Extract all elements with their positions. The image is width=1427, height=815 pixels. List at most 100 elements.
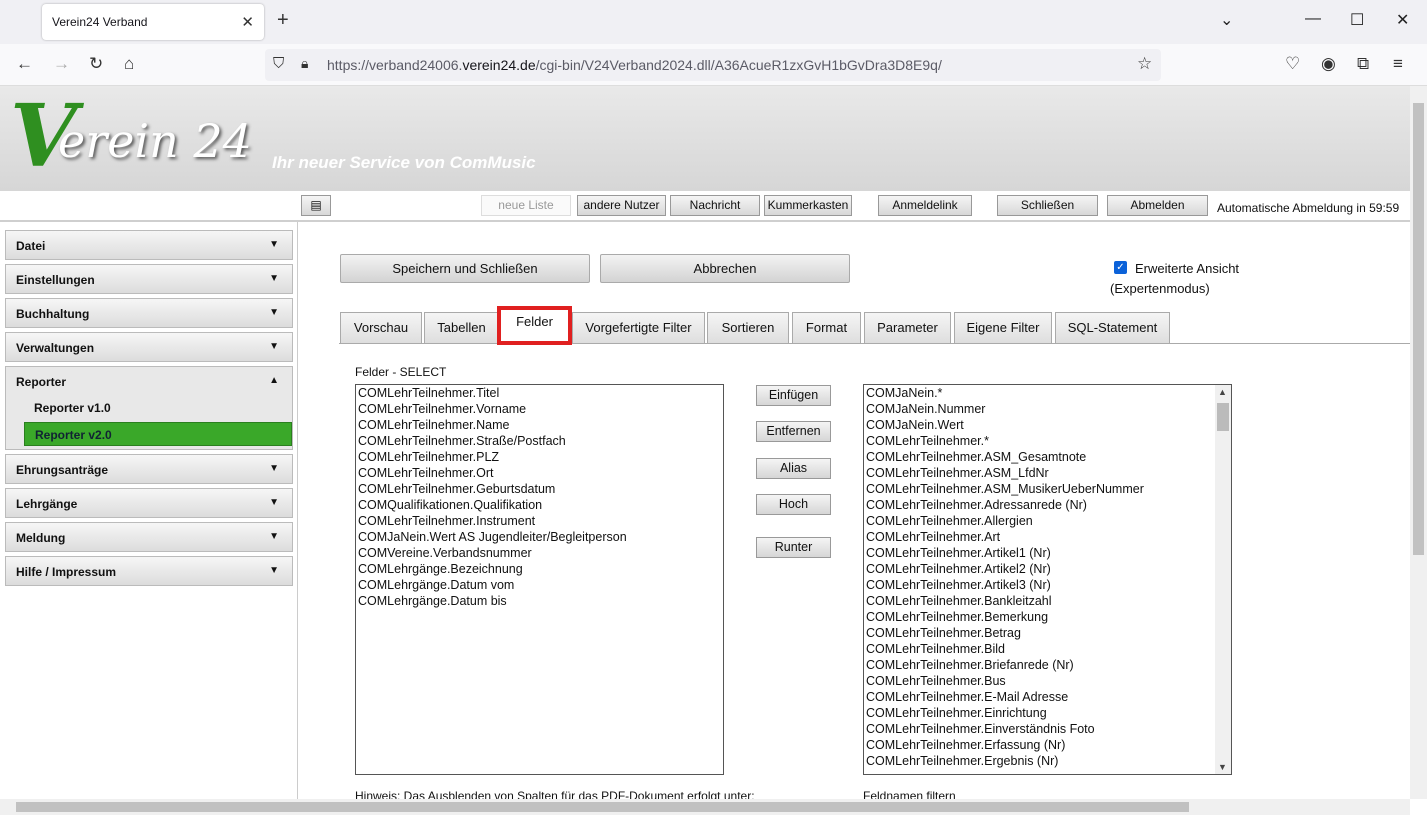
- list-item[interactable]: COMLehrTeilnehmer.Art: [864, 529, 1231, 545]
- list-item[interactable]: COMJaNein.Wert: [864, 417, 1231, 433]
- abmelden-button[interactable]: Abmelden: [1107, 195, 1208, 216]
- list-item[interactable]: COMLehrTeilnehmer.Bild: [864, 641, 1231, 657]
- list-item[interactable]: COMLehrTeilnehmer.Briefanrede (Nr): [864, 657, 1231, 673]
- list-item[interactable]: COMLehrTeilnehmer.Artikel3 (Nr): [864, 577, 1231, 593]
- list-item[interactable]: COMLehrTeilnehmer.ASM_MusikerUeberNummer: [864, 481, 1231, 497]
- sidebar-item-hilfe[interactable]: Hilfe / Impressum ▼: [5, 556, 293, 586]
- sidebar-item-meldung[interactable]: Meldung ▼: [5, 522, 293, 552]
- cancel-button[interactable]: Abbrechen: [600, 254, 850, 283]
- menu-icon[interactable]: ≡: [1393, 54, 1403, 74]
- list-item[interactable]: COMLehrTeilnehmer.ASM_LfdNr: [864, 465, 1231, 481]
- page-vertical-scrollbar[interactable]: [1410, 86, 1427, 799]
- sidebar-item-buchhaltung[interactable]: Buchhaltung ▼: [5, 298, 293, 328]
- back-icon[interactable]: ←: [16, 54, 33, 74]
- tab-vorschau[interactable]: Vorschau: [340, 312, 422, 344]
- pocket-icon[interactable]: ♡: [1285, 54, 1300, 74]
- list-item[interactable]: COMLehrTeilnehmer.Bemerkung: [864, 609, 1231, 625]
- forward-icon[interactable]: →: [53, 54, 70, 74]
- list-scrollbar[interactable]: ▲ ▼: [1215, 385, 1231, 774]
- list-item[interactable]: COMLehrTeilnehmer.Artikel1 (Nr): [864, 545, 1231, 561]
- einfuegen-button[interactable]: Einfügen: [756, 385, 831, 406]
- entfernen-button[interactable]: Entfernen: [756, 421, 831, 442]
- list-item[interactable]: COMLehrTeilnehmer.Allergien: [864, 513, 1231, 529]
- url-bar[interactable]: ⛉ 🔒︎ https://verband24006.verein24.de/cg…: [265, 49, 1161, 81]
- list-item[interactable]: COMLehrTeilnehmer.E-Mail Adresse: [864, 689, 1231, 705]
- sidebar-toggle-button[interactable]: ▤: [301, 195, 331, 216]
- tab-tabellen[interactable]: Tabellen: [424, 312, 499, 344]
- sidebar-subitem-reporter-v2[interactable]: Reporter v2.0: [24, 422, 292, 446]
- list-item[interactable]: COMLehrTeilnehmer.Erfassung (Nr): [864, 737, 1231, 753]
- shield-icon[interactable]: ⛉: [273, 55, 284, 72]
- alias-button[interactable]: Alias: [756, 458, 831, 479]
- hoch-button[interactable]: Hoch: [756, 494, 831, 515]
- maximize-icon[interactable]: ☐: [1350, 10, 1364, 30]
- reload-icon[interactable]: ↻: [89, 54, 103, 74]
- account-icon[interactable]: ◉: [1321, 54, 1336, 74]
- home-icon[interactable]: ⌂: [124, 54, 134, 74]
- list-item[interactable]: COMJaNein.Wert AS Jugendleiter/Begleitpe…: [356, 529, 723, 545]
- close-window-icon[interactable]: ✕: [1396, 10, 1409, 30]
- sidebar-item-verwaltungen[interactable]: Verwaltungen ▼: [5, 332, 293, 362]
- list-item[interactable]: COMLehrTeilnehmer.Name: [356, 417, 723, 433]
- minimize-icon[interactable]: —: [1305, 10, 1321, 28]
- tab-format[interactable]: Format: [792, 312, 861, 344]
- list-item[interactable]: COMLehrgänge.Bezeichnung: [356, 561, 723, 577]
- list-item[interactable]: COMLehrTeilnehmer.Adressanrede (Nr): [864, 497, 1231, 513]
- list-item[interactable]: COMLehrTeilnehmer.Bus: [864, 673, 1231, 689]
- list-item[interactable]: COMLehrgänge.Datum bis: [356, 593, 723, 609]
- list-item[interactable]: COMLehrTeilnehmer.Straße/Postfach: [356, 433, 723, 449]
- list-item[interactable]: COMLehrTeilnehmer.ASM_Gesamtnote: [864, 449, 1231, 465]
- list-item[interactable]: COMLehrTeilnehmer.*: [864, 433, 1231, 449]
- list-item[interactable]: COMJaNein.*: [864, 385, 1231, 401]
- page-horizontal-scrollbar[interactable]: [0, 799, 1410, 815]
- neue-liste-button[interactable]: neue Liste: [481, 195, 571, 216]
- list-scroll-thumb[interactable]: [1217, 403, 1229, 431]
- list-item[interactable]: COMLehrTeilnehmer.Titel: [356, 385, 723, 401]
- nachricht-button[interactable]: Nachricht: [670, 195, 760, 216]
- list-item[interactable]: COMLehrTeilnehmer.Vorname: [356, 401, 723, 417]
- sidebar-subitem-reporter-v1[interactable]: Reporter v1.0: [24, 396, 292, 420]
- sidebar-item-einstellungen[interactable]: Einstellungen ▼: [5, 264, 293, 294]
- list-item[interactable]: COMLehrTeilnehmer.Geburtsdatum: [356, 481, 723, 497]
- page-vertical-thumb[interactable]: [1413, 103, 1424, 555]
- close-tab-icon[interactable]: ✕: [241, 13, 254, 31]
- available-fields-list[interactable]: COMJaNein.* COMJaNein.Nummer COMJaNein.Wer…: [863, 384, 1232, 775]
- runter-button[interactable]: Runter: [756, 537, 831, 558]
- expert-view-checkbox[interactable]: ✓: [1114, 261, 1127, 274]
- sidebar-item-datei[interactable]: Datei ▼: [5, 230, 293, 260]
- lock-icon[interactable]: 🔒︎: [301, 55, 308, 72]
- list-item[interactable]: COMQualifikationen.Qualifikation: [356, 497, 723, 513]
- selected-fields-list[interactable]: COMLehrTeilnehmer.Titel COMLehrTeilnehmer…: [355, 384, 724, 775]
- tab-felder[interactable]: Felder: [497, 306, 572, 345]
- scroll-down-icon[interactable]: ▼: [1218, 762, 1227, 772]
- list-item[interactable]: COMLehrTeilnehmer.Ort: [356, 465, 723, 481]
- page-horizontal-thumb[interactable]: [16, 802, 1189, 812]
- sidebar-item-lehrgaenge[interactable]: Lehrgänge ▼: [5, 488, 293, 518]
- bookmark-star-icon[interactable]: ☆: [1137, 54, 1152, 74]
- extensions-icon[interactable]: ⧉: [1357, 54, 1369, 74]
- andere-nutzer-button[interactable]: andere Nutzer: [577, 195, 666, 216]
- list-item[interactable]: COMLehrTeilnehmer.Artikel2 (Nr): [864, 561, 1231, 577]
- scroll-up-icon[interactable]: ▲: [1218, 387, 1227, 397]
- list-item[interactable]: COMLehrTeilnehmer.Einrichtung: [864, 705, 1231, 721]
- tab-list-icon[interactable]: ⌄: [1220, 10, 1233, 30]
- schliessen-button[interactable]: Schließen: [997, 195, 1098, 216]
- tab-sql-statement[interactable]: SQL-Statement: [1055, 312, 1170, 344]
- tab-sortieren[interactable]: Sortieren: [707, 312, 789, 344]
- tab-parameter[interactable]: Parameter: [864, 312, 951, 344]
- save-close-button[interactable]: Speichern und Schließen: [340, 254, 590, 283]
- anmeldelink-button[interactable]: Anmeldelink: [878, 195, 972, 216]
- sidebar-item-reporter[interactable]: Reporter ▲ Reporter v1.0 Reporter v2.0: [5, 366, 293, 450]
- new-tab-icon[interactable]: +: [277, 9, 289, 32]
- tab-eigene-filter[interactable]: Eigene Filter: [954, 312, 1052, 344]
- tab-vorgefertigte-filter[interactable]: Vorgefertigte Filter: [572, 312, 705, 344]
- list-item[interactable]: COMLehrTeilnehmer.PLZ: [356, 449, 723, 465]
- list-item[interactable]: COMLehrgänge.Datum vom: [356, 577, 723, 593]
- browser-tab[interactable]: Verein24 Verband ✕: [42, 4, 264, 40]
- list-item[interactable]: COMLehrTeilnehmer.Einverständnis Foto: [864, 721, 1231, 737]
- list-item[interactable]: COMLehrTeilnehmer.Betrag: [864, 625, 1231, 641]
- list-item[interactable]: COMVereine.Verbandsnummer: [356, 545, 723, 561]
- kummerkasten-button[interactable]: Kummerkasten: [764, 195, 852, 216]
- list-item[interactable]: COMLehrTeilnehmer.Ergebnis (Nr): [864, 753, 1231, 769]
- list-item[interactable]: COMLehrTeilnehmer.Instrument: [356, 513, 723, 529]
